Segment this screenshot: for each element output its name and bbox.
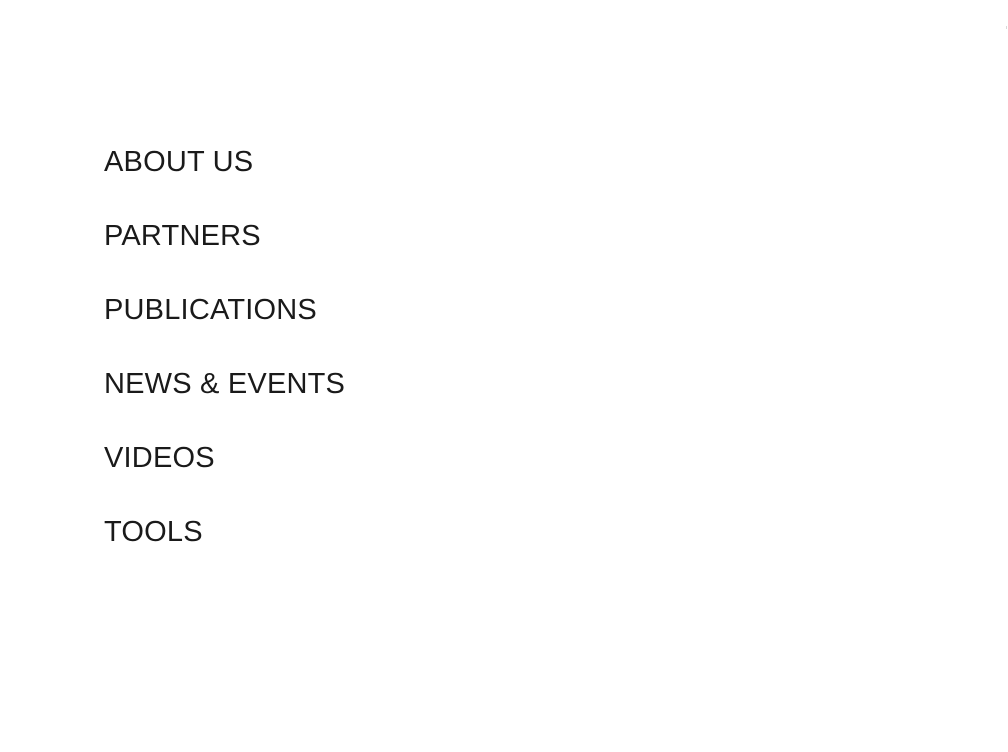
nav-list-item: VIDEOS [104,441,345,515]
nav-item-about-us[interactable]: ABOUT US [104,145,345,219]
nav-item-news-events[interactable]: NEWS & EVENTS [104,367,345,441]
nav-item-tools[interactable]: TOOLS [104,515,345,589]
nav-item-partners[interactable]: PARTNERS [104,219,345,293]
corner-mark [1006,26,1007,29]
nav-list-item: TOOLS [104,515,345,589]
nav-list: ABOUT US PARTNERS PUBLICATIONS NEWS & EV… [104,145,345,589]
nav-list-item: PUBLICATIONS [104,293,345,367]
nav-item-videos[interactable]: VIDEOS [104,441,345,515]
nav-list-item: NEWS & EVENTS [104,367,345,441]
nav-list-item: PARTNERS [104,219,345,293]
nav-list-item: ABOUT US [104,145,345,219]
nav-item-publications[interactable]: PUBLICATIONS [104,293,345,367]
